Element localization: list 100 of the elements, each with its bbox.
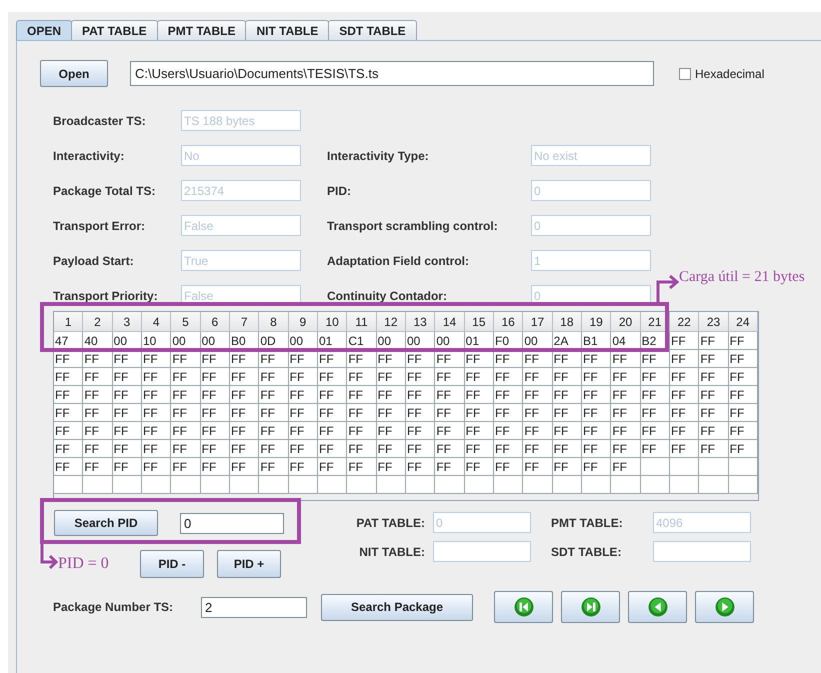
table-cell: FF (171, 440, 201, 458)
navigation-button[interactable] (628, 591, 687, 623)
table-cell: FF (288, 458, 318, 476)
table-cell: FF (494, 404, 524, 422)
navigation-button[interactable] (494, 591, 553, 623)
table-cell: 01 (464, 332, 494, 350)
package-number-field[interactable]: 2 (201, 596, 307, 618)
search-pid-button[interactable]: Search PID (54, 510, 158, 536)
table-cell: FF (142, 422, 172, 440)
column-header[interactable]: 5 (171, 312, 201, 332)
table-cell: FF (552, 458, 582, 476)
column-header[interactable]: 22 (670, 312, 700, 332)
column-header[interactable]: 15 (464, 312, 494, 332)
column-header[interactable]: 16 (494, 312, 524, 332)
table-cell: FF (288, 404, 318, 422)
table-cell: FF (171, 422, 201, 440)
file-path-field[interactable]: C:\Users\Usuario\Documents\TESIS\TS.ts (130, 61, 654, 86)
hexadecimal-checkbox[interactable] (679, 68, 691, 80)
table-cell: FF (494, 422, 524, 440)
table-cell: FF (318, 440, 348, 458)
column-header[interactable]: 9 (288, 312, 318, 332)
table-cell: 01 (318, 332, 348, 350)
table-cell: FF (435, 440, 465, 458)
table-cell: B0 (230, 332, 260, 350)
column-header[interactable]: 7 (230, 312, 260, 332)
table-cell: FF (728, 440, 758, 458)
table-cell: FF (582, 422, 612, 440)
table-cell: F0 (494, 332, 524, 350)
table-cell: FF (582, 350, 612, 368)
table-cell: FF (611, 422, 641, 440)
table-cell: FF (464, 386, 494, 404)
field-label: Package Total TS: (53, 182, 156, 200)
table-cell: FF (494, 440, 524, 458)
column-header[interactable]: 1 (54, 312, 84, 332)
tab[interactable]: SDT TABLE (328, 20, 417, 40)
column-header[interactable]: 23 (699, 312, 729, 332)
column-header[interactable]: 3 (112, 312, 142, 332)
annotation-label: Carga útil = 21 bytes (679, 268, 805, 287)
table-cell: FF (640, 368, 670, 386)
navigation-button[interactable] (695, 591, 754, 623)
column-header[interactable]: 12 (376, 312, 406, 332)
table-cell: 00 (288, 332, 318, 350)
table-cell: FF (728, 422, 758, 440)
table-cell: FF (230, 404, 260, 422)
annotation-arrow (40, 544, 58, 570)
table-cell: FF (523, 350, 553, 368)
column-header[interactable]: 19 (582, 312, 612, 332)
column-header[interactable]: 13 (406, 312, 436, 332)
table-cell: FF (494, 458, 524, 476)
table-cell: FF (376, 350, 406, 368)
table-cell: FF (142, 386, 172, 404)
column-header[interactable]: 4 (142, 312, 172, 332)
column-header[interactable]: 8 (259, 312, 289, 332)
open-button[interactable]: Open (40, 60, 108, 87)
table-cell: FF (699, 422, 729, 440)
table-cell: FF (406, 458, 436, 476)
table-cell: FF (112, 350, 142, 368)
column-header[interactable]: 24 (728, 312, 758, 332)
table-cell: FF (552, 386, 582, 404)
table-cell: FF (171, 368, 201, 386)
tab[interactable]: PAT TABLE (71, 20, 158, 40)
column-header[interactable]: 20 (611, 312, 641, 332)
column-header[interactable]: 18 (552, 312, 582, 332)
table-cell: 00 (406, 332, 436, 350)
navigation-button[interactable] (561, 591, 620, 623)
column-header[interactable]: 10 (318, 312, 348, 332)
table-cell: 00 (523, 332, 553, 350)
column-header[interactable]: 2 (83, 312, 113, 332)
table-cell: FF (523, 368, 553, 386)
pid-step-button[interactable]: PID + (217, 550, 281, 578)
table-cell: FF (54, 404, 84, 422)
table-cell: FF (582, 386, 612, 404)
column-header[interactable]: 6 (200, 312, 230, 332)
table-cell: FF (83, 440, 113, 458)
table-cell: FF (552, 422, 582, 440)
table-cell: FF (83, 368, 113, 386)
table-cell: FF (464, 440, 494, 458)
pid-step-button[interactable]: PID - (140, 550, 204, 578)
table-cell: FF (200, 350, 230, 368)
table-cell: FF (464, 404, 494, 422)
table-cell: FF (406, 386, 436, 404)
column-header[interactable]: 11 (347, 312, 377, 332)
table-cell: FF (112, 440, 142, 458)
table-cell: FF (464, 368, 494, 386)
search-package-button[interactable]: Search Package (321, 594, 473, 620)
field-label: PMT TABLE: (551, 514, 624, 532)
table-cell: FF (552, 350, 582, 368)
table-cell: FF (54, 458, 84, 476)
column-header[interactable]: 17 (523, 312, 553, 332)
table-cell: FF (83, 422, 113, 440)
table-cell: FF (435, 350, 465, 368)
table-cell: FF (582, 458, 612, 476)
table-cell: FF (670, 440, 700, 458)
table-cell: 00 (376, 332, 406, 350)
table-cell: FF (318, 422, 348, 440)
tab[interactable]: PMT TABLE (156, 20, 246, 40)
column-header[interactable]: 14 (435, 312, 465, 332)
pid-field[interactable]: 0 (180, 512, 284, 534)
tab[interactable]: NIT TABLE (245, 20, 330, 40)
tab[interactable]: OPEN (16, 20, 72, 40)
